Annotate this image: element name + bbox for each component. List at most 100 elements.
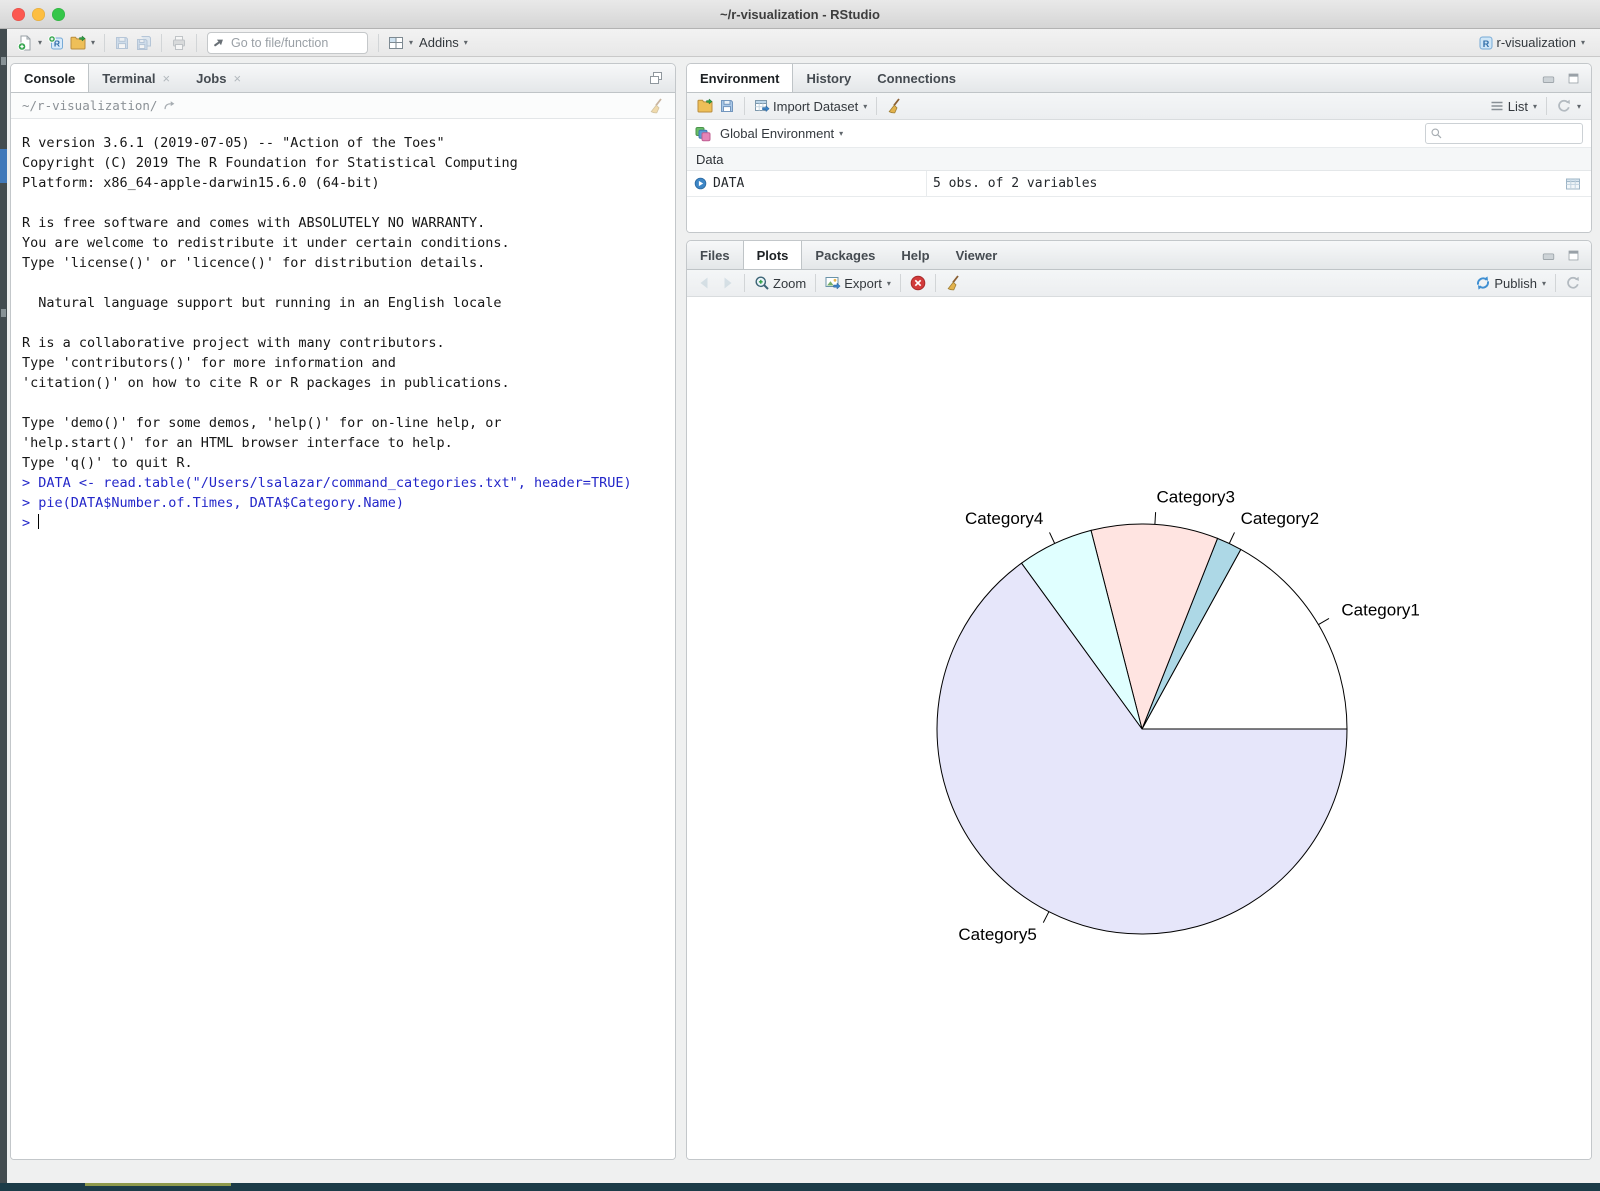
maximize-pane-button[interactable] — [1564, 243, 1583, 267]
new-file-button[interactable]: ▾ — [14, 31, 45, 55]
expand-object-icon[interactable] — [694, 177, 707, 190]
previous-plot-button[interactable] — [694, 271, 716, 295]
project-icon: R — [1478, 35, 1494, 51]
rstudio-window: ~/r-visualization - RStudio ▾ R ▾ — [0, 0, 1600, 1191]
console-prompt[interactable]: > — [22, 513, 667, 533]
minimize-pane-button[interactable] — [1539, 66, 1558, 90]
close-window-button[interactable] — [12, 8, 25, 21]
clear-all-plots-button[interactable] — [942, 271, 964, 295]
console-path-bar: ~/r-visualization/ — [11, 93, 675, 119]
load-workspace-button[interactable] — [694, 94, 716, 118]
plots-pane: FilesPlotsPackages Help Viewer Zoom — [686, 240, 1592, 1160]
close-tab-icon[interactable]: × — [233, 71, 241, 86]
pie-label-category2: Category2 — [1241, 509, 1319, 528]
next-plot-button[interactable] — [716, 271, 738, 295]
fullscreen-window-button[interactable] — [52, 8, 65, 21]
pie-label-category1: Category1 — [1341, 601, 1419, 620]
new-project-button[interactable]: R — [45, 31, 67, 55]
tab-files[interactable]: Files — [687, 241, 743, 269]
publish-plot-button[interactable]: Publish ▾ — [1472, 271, 1549, 295]
export-plot-button[interactable]: Export ▾ — [822, 271, 894, 295]
refresh-plot-button[interactable] — [1562, 271, 1584, 295]
tab-history[interactable]: History — [793, 64, 864, 92]
environment-search-input[interactable] — [1446, 126, 1578, 142]
export-caret-icon: ▾ — [887, 279, 891, 288]
close-tab-icon[interactable]: × — [163, 71, 171, 86]
save-button[interactable] — [111, 31, 133, 55]
restore-panes-button[interactable] — [645, 66, 667, 90]
environment-object-row[interactable]: DATA5 obs. of 2 variables — [687, 171, 1591, 197]
pie-label-tick — [1155, 512, 1156, 524]
window-title: ~/r-visualization - RStudio — [0, 7, 1600, 22]
clear-console-icon[interactable] — [648, 98, 664, 114]
minimize-pane-icon — [1542, 72, 1555, 85]
open-file-button[interactable]: ▾ — [67, 31, 98, 55]
zoom-plot-button[interactable]: Zoom — [751, 271, 809, 295]
toolbar-separator — [935, 274, 936, 292]
list-view-caret-icon: ▾ — [1533, 102, 1537, 111]
background-strip-olive-mark — [85, 1183, 231, 1186]
tab-connections[interactable]: Connections — [864, 64, 969, 92]
pie-label-category3: Category3 — [1157, 487, 1235, 506]
addins-button[interactable]: Addins ▾ — [416, 31, 471, 55]
titlebar: ~/r-visualization - RStudio — [0, 0, 1600, 29]
goto-file-input[interactable] — [227, 34, 365, 52]
addins-caret-icon: ▾ — [464, 38, 468, 47]
minimize-window-button[interactable] — [32, 8, 45, 21]
global-environment-icon — [695, 126, 711, 142]
data-section-header: Data — [687, 147, 1591, 171]
show-directory-icon[interactable] — [163, 99, 176, 112]
toolbar-separator — [1555, 274, 1556, 292]
maximize-pane-button[interactable] — [1564, 66, 1583, 90]
environment-scope-row: Global Environment ▾ — [687, 120, 1591, 147]
pie-chart: Category1 Category2 Category3 Category4 Cate… — [687, 297, 1591, 1159]
open-file-caret-icon: ▾ — [91, 38, 95, 47]
pie-label-category4: Category4 — [965, 509, 1043, 528]
environment-tabbar: Environment HistoryConnections — [687, 64, 1591, 93]
publish-label: Publish — [1494, 276, 1537, 291]
environment-view-mode-button[interactable]: List ▾ — [1486, 94, 1540, 118]
toolbar-separator — [815, 274, 816, 292]
pie-label-tick — [1229, 532, 1234, 543]
project-menu-button[interactable]: R r-visualization ▾ — [1475, 31, 1589, 55]
tab-plots[interactable]: Plots — [743, 241, 803, 269]
clear-environment-button[interactable] — [883, 94, 905, 118]
traffic-lights — [12, 0, 65, 29]
minimize-pane-button[interactable] — [1539, 243, 1558, 267]
minimize-pane-icon — [1542, 249, 1555, 262]
export-label: Export — [844, 276, 882, 291]
tab-label: Environment — [700, 71, 779, 86]
tab-environment[interactable]: Environment — [687, 64, 793, 92]
refresh-environment-button[interactable]: ▾ — [1553, 94, 1584, 118]
tab-help[interactable]: Help — [888, 241, 942, 269]
project-caret-icon: ▾ — [1581, 38, 1585, 47]
view-data-icon[interactable] — [1565, 176, 1581, 192]
tab-packages[interactable]: Packages — [802, 241, 888, 269]
console-command-line: > pie(DATA$Number.of.Times, DATA$Categor… — [22, 493, 667, 513]
pie-label-category5: Category5 — [958, 925, 1036, 944]
tab-label: Help — [901, 248, 929, 263]
tab-viewer[interactable]: Viewer — [943, 241, 1011, 269]
tab-label: Console — [24, 71, 75, 86]
environment-scope-button[interactable]: Global Environment ▾ — [717, 122, 846, 146]
console-tabbar: Console Terminal×Jobs× — [11, 64, 675, 93]
zoom-label: Zoom — [773, 276, 806, 291]
background-dock-strip — [0, 1183, 1600, 1191]
tab-jobs[interactable]: Jobs× — [183, 64, 254, 92]
text-cursor — [38, 514, 39, 529]
toolbar-separator — [378, 34, 379, 52]
pie-label-tick — [1043, 912, 1049, 923]
environment-empty-area — [687, 197, 1591, 232]
toolbar-separator — [876, 97, 877, 115]
pane-layout-button[interactable]: ▾ — [385, 31, 416, 55]
printer-icon — [171, 35, 187, 51]
print-button[interactable] — [168, 31, 190, 55]
save-all-icon — [136, 35, 152, 51]
console-output[interactable]: R version 3.6.1 (2019-07-05) -- "Action … — [11, 119, 675, 1159]
tab-console[interactable]: Console — [11, 64, 89, 92]
save-all-button[interactable] — [133, 31, 155, 55]
import-dataset-button[interactable]: Import Dataset ▾ — [751, 94, 870, 118]
save-workspace-button[interactable] — [716, 94, 738, 118]
tab-terminal[interactable]: Terminal× — [89, 64, 183, 92]
remove-plot-button[interactable] — [907, 271, 929, 295]
